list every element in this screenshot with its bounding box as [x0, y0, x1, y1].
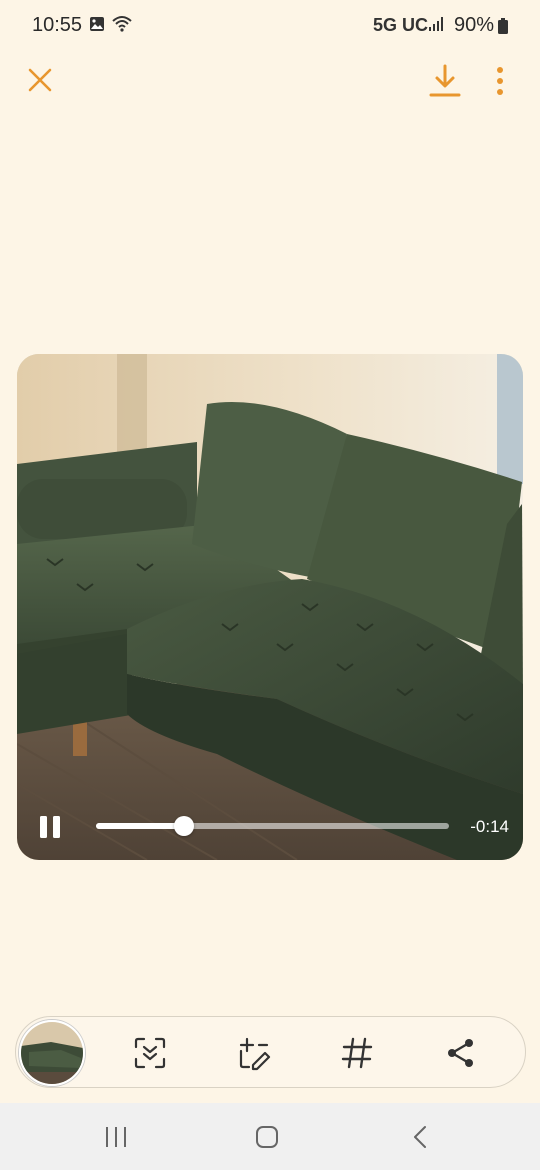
more-options-button[interactable]	[490, 64, 510, 98]
status-bar: 10:55 5G UC 90%	[0, 0, 540, 52]
battery-percent: 90%	[453, 14, 494, 36]
home-icon	[256, 1126, 278, 1148]
video-frame	[17, 354, 523, 860]
back-icon	[414, 1126, 426, 1148]
thumbnail-image	[21, 1022, 83, 1084]
back-button[interactable]	[409, 1125, 433, 1154]
wifi-icon	[112, 15, 132, 38]
scan-icon	[134, 1037, 166, 1069]
tag-button[interactable]	[339, 1035, 375, 1071]
video-player[interactable]: -0:14	[17, 354, 523, 860]
tag-icon	[341, 1037, 373, 1069]
home-button[interactable]	[255, 1125, 279, 1154]
download-icon	[429, 64, 461, 97]
edit-button[interactable]	[237, 1035, 273, 1071]
recent-apps-button[interactable]	[104, 1125, 128, 1154]
more-options-icon	[497, 67, 503, 95]
gallery-notification-icon	[89, 16, 105, 37]
network-type: 5G UC	[372, 15, 428, 35]
pause-button[interactable]	[37, 814, 63, 840]
close-button[interactable]	[24, 64, 56, 96]
scan-button[interactable]	[132, 1035, 168, 1071]
seek-bar[interactable]	[96, 816, 449, 836]
close-icon	[28, 68, 52, 92]
download-button[interactable]	[428, 63, 462, 99]
share-button[interactable]	[443, 1035, 479, 1071]
status-time: 10:55	[32, 14, 83, 36]
signal-icon	[429, 17, 445, 36]
edit-icon	[239, 1037, 271, 1071]
pause-icon	[40, 816, 60, 838]
battery-icon	[498, 18, 508, 39]
recent-apps-icon	[106, 1127, 126, 1147]
action-bar	[15, 1016, 526, 1088]
seek-bar-progress	[96, 823, 185, 829]
share-icon	[448, 1039, 473, 1067]
media-thumbnail[interactable]	[19, 1020, 85, 1086]
navigation-bar	[0, 1103, 540, 1170]
remaining-time: -0:14	[470, 817, 509, 836]
